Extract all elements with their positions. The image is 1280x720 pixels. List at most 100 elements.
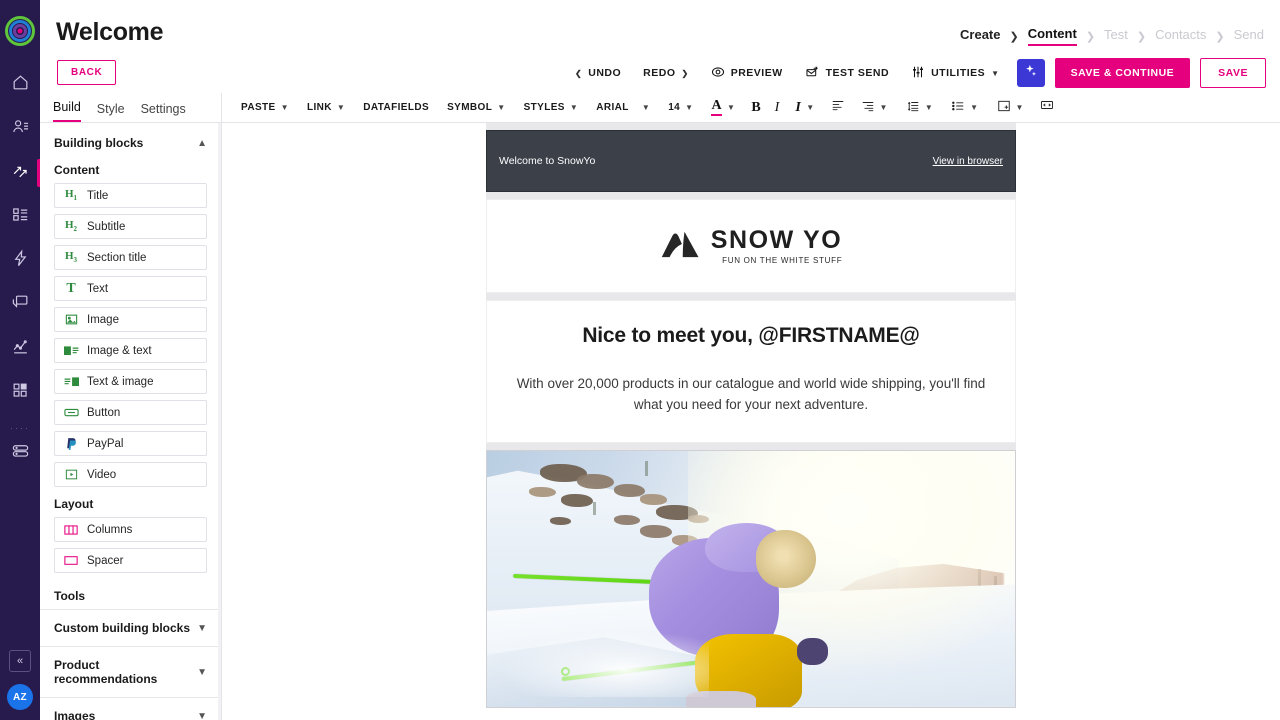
link-dropdown[interactable]: LINK ▼ bbox=[298, 93, 354, 123]
line-spacing-dropdown[interactable]: ▼ bbox=[897, 93, 942, 123]
sliders-icon bbox=[911, 65, 925, 82]
sidebar-item-settings-toggles[interactable] bbox=[0, 436, 40, 470]
styles-dropdown[interactable]: STYLES ▼ bbox=[515, 93, 588, 123]
section-images[interactable]: Images ▼ bbox=[40, 697, 221, 720]
global-nav-rail: ···· « AZ bbox=[0, 0, 40, 720]
sidebar-item-apps[interactable] bbox=[0, 376, 40, 410]
chevron-down-icon: ▼ bbox=[337, 103, 345, 112]
sidebar-item-templates[interactable] bbox=[0, 200, 40, 234]
h3-icon: H3 bbox=[63, 250, 79, 264]
block-spacer-strip bbox=[486, 192, 1016, 199]
text-color-button[interactable]: A ▼ bbox=[702, 93, 744, 123]
symbol-dropdown[interactable]: SYMBOL ▼ bbox=[438, 93, 515, 123]
section-label: Product recommendations bbox=[54, 658, 197, 686]
sidebar-item-contacts[interactable] bbox=[0, 112, 40, 146]
chevron-up-icon: ▲ bbox=[197, 138, 207, 149]
bullet-list-dropdown[interactable]: ▼ bbox=[942, 93, 987, 123]
eye-icon bbox=[711, 65, 725, 82]
breadcrumb-step-create[interactable]: Create bbox=[960, 27, 1000, 45]
hero-image-area[interactable] bbox=[486, 450, 1016, 708]
hero-text-block[interactable]: Nice to meet you, @FIRSTNAME@ With over … bbox=[486, 293, 1016, 443]
breadcrumb-step-content[interactable]: Content bbox=[1028, 26, 1077, 46]
logo-block[interactable]: SNOW YO FUN ON THE WHITE STUFF bbox=[486, 192, 1016, 293]
sidebar-item-home[interactable] bbox=[0, 68, 40, 102]
block-text-and-image[interactable]: Text & image bbox=[54, 369, 207, 394]
font-size-select[interactable]: 14 ▼ bbox=[659, 93, 702, 123]
preheader-block[interactable]: Welcome to SnowYo View in browser bbox=[486, 123, 1016, 192]
italic-button[interactable]: I bbox=[768, 93, 787, 123]
sidebar-item-automation[interactable] bbox=[0, 244, 40, 278]
utilities-button[interactable]: UTILITIES ▼ bbox=[900, 59, 1011, 88]
italic-more-icon: I bbox=[795, 100, 801, 116]
insert-table-dropdown[interactable]: ▼ bbox=[988, 93, 1033, 123]
italic-more-dropdown[interactable]: I ▼ bbox=[786, 93, 823, 123]
undo-button[interactable]: ❮ UNDO bbox=[564, 61, 632, 85]
grid-apps-icon bbox=[11, 381, 30, 405]
bold-button[interactable]: B bbox=[744, 93, 767, 123]
building-blocks-section-header[interactable]: Building blocks ▲ bbox=[40, 123, 221, 159]
block-label: Image bbox=[87, 314, 119, 326]
app-logo-icon[interactable] bbox=[5, 16, 35, 46]
block-text[interactable]: T Text bbox=[54, 276, 207, 301]
chevron-down-icon: ▼ bbox=[197, 667, 207, 678]
chevron-down-icon: ▼ bbox=[197, 711, 207, 720]
hero-image-block[interactable] bbox=[486, 443, 1016, 708]
source-code-button[interactable] bbox=[1033, 93, 1061, 123]
sidebar-item-analytics[interactable] bbox=[0, 332, 40, 366]
breadcrumb-step-send[interactable]: Send bbox=[1234, 27, 1264, 45]
breadcrumb-step-test[interactable]: Test bbox=[1104, 27, 1128, 45]
chevron-down-icon: ▼ bbox=[991, 69, 999, 78]
toggles-icon bbox=[11, 441, 30, 465]
back-button[interactable]: BACK bbox=[57, 60, 116, 85]
section-product-recommendations[interactable]: Product recommendations ▼ bbox=[40, 646, 221, 697]
hero-heading[interactable]: Nice to meet you, @FIRSTNAME@ bbox=[507, 324, 995, 348]
chevron-down-icon: ▼ bbox=[727, 103, 735, 112]
block-section-title[interactable]: H3 Section title bbox=[54, 245, 207, 270]
view-in-browser-link[interactable]: View in browser bbox=[933, 156, 1003, 167]
block-paypal[interactable]: PayPal bbox=[54, 431, 207, 456]
breadcrumb-step-contacts[interactable]: Contacts bbox=[1155, 27, 1206, 45]
block-video[interactable]: Video bbox=[54, 462, 207, 487]
save-and-continue-button[interactable]: SAVE & CONTINUE bbox=[1055, 58, 1191, 88]
line-spacing-icon bbox=[906, 99, 920, 116]
chevron-down-icon: ▼ bbox=[806, 103, 814, 112]
panel-scrollbar[interactable] bbox=[218, 123, 221, 720]
panel-scroll-region[interactable]: Building blocks ▲ Content H1 Title H2 Su… bbox=[40, 123, 221, 720]
chevron-down-icon: ▼ bbox=[925, 103, 933, 112]
hero-paragraph[interactable]: With over 20,000 products in our catalog… bbox=[511, 374, 991, 416]
section-label: Custom building blocks bbox=[54, 621, 190, 635]
test-send-button[interactable]: TEST SEND bbox=[794, 59, 900, 88]
preview-button[interactable]: PREVIEW bbox=[700, 59, 794, 88]
block-columns[interactable]: Columns bbox=[54, 517, 207, 542]
preheader-bar[interactable]: Welcome to SnowYo View in browser bbox=[486, 130, 1016, 192]
block-image[interactable]: Image bbox=[54, 307, 207, 332]
hero-text-area[interactable]: Nice to meet you, @FIRSTNAME@ With over … bbox=[486, 300, 1016, 443]
block-subtitle[interactable]: H2 Subtitle bbox=[54, 214, 207, 239]
sidebar-item-campaigns[interactable] bbox=[0, 156, 40, 190]
brand-logo-area[interactable]: SNOW YO FUN ON THE WHITE STUFF bbox=[486, 199, 1016, 293]
block-image-and-text[interactable]: Image & text bbox=[54, 338, 207, 363]
block-button[interactable]: Button bbox=[54, 400, 207, 425]
ai-assistant-button[interactable] bbox=[1017, 59, 1045, 87]
build-panel: Build Style Settings Building blocks ▲ C… bbox=[40, 93, 222, 720]
tab-style[interactable]: Style bbox=[97, 102, 125, 122]
group-label-content: Content bbox=[40, 159, 221, 183]
section-custom-building-blocks[interactable]: Custom building blocks ▼ bbox=[40, 609, 221, 646]
editor-body: Build Style Settings Building blocks ▲ C… bbox=[40, 93, 1280, 720]
block-spacer[interactable]: Spacer bbox=[54, 548, 207, 573]
align-left-button[interactable] bbox=[824, 93, 852, 123]
tab-build[interactable]: Build bbox=[53, 100, 81, 122]
redo-button[interactable]: REDO ❯ bbox=[632, 61, 700, 85]
sidebar-item-conversations[interactable] bbox=[0, 288, 40, 322]
chevron-down-icon: ▼ bbox=[497, 103, 505, 112]
save-button[interactable]: SAVE bbox=[1200, 58, 1266, 88]
block-title[interactable]: H1 Title bbox=[54, 183, 207, 208]
tab-settings[interactable]: Settings bbox=[141, 102, 186, 122]
email-canvas[interactable]: Welcome to SnowYo View in browser bbox=[222, 123, 1280, 720]
font-family-select[interactable]: ARIAL ▼ bbox=[587, 93, 659, 123]
paste-dropdown[interactable]: PASTE ▼ bbox=[232, 93, 298, 123]
align-dropdown[interactable]: ▼ bbox=[852, 93, 897, 123]
collapse-nav-button[interactable]: « bbox=[9, 650, 31, 672]
datafields-button[interactable]: DATAFIELDS bbox=[354, 93, 438, 123]
avatar[interactable]: AZ bbox=[7, 684, 33, 710]
